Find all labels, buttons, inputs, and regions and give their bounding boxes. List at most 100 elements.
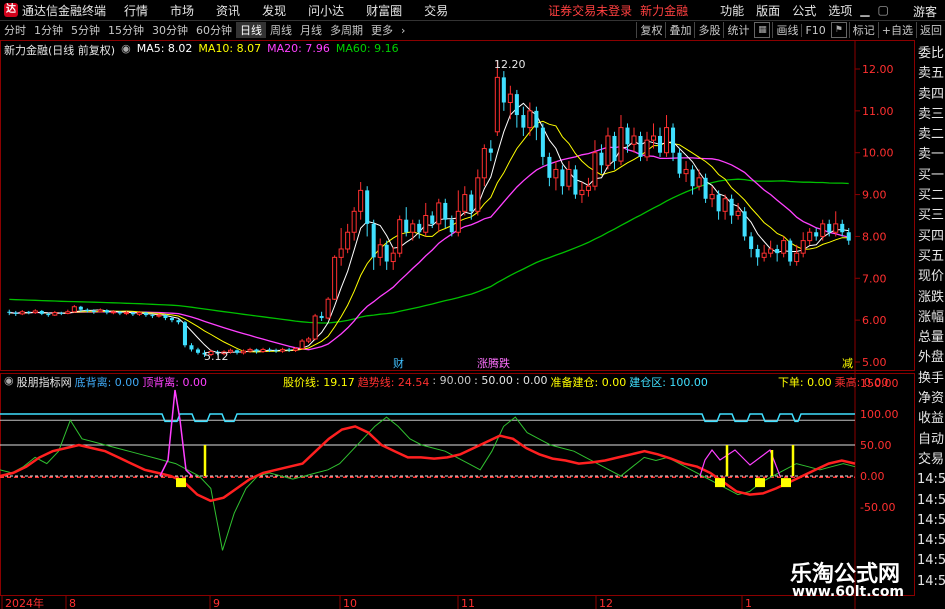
candle-body-up xyxy=(241,350,247,354)
candle-body-down xyxy=(267,349,272,351)
menu-item-news[interactable]: 资讯 xyxy=(216,2,240,19)
candle-body-down xyxy=(540,127,545,157)
side-item: 买三 xyxy=(917,208,944,224)
candle-body-up xyxy=(280,348,286,352)
chevron-right-icon[interactable]: › xyxy=(397,24,409,37)
period-15min[interactable]: 15分钟 xyxy=(104,22,148,38)
candle-body-up xyxy=(618,127,624,162)
ind-item-3: 趋势线: 24.54 xyxy=(357,376,430,389)
period-monthly[interactable]: 月线 xyxy=(296,22,326,38)
candle-body-down xyxy=(488,148,493,153)
side-item: 外盘 xyxy=(917,350,944,366)
side-item: 买二 xyxy=(917,188,944,204)
low-price-marker: 5.12 xyxy=(204,350,229,363)
candle-body-up xyxy=(761,252,767,258)
side-item: 卖一 xyxy=(917,147,944,163)
login-status[interactable]: 证券交易未登录 xyxy=(548,2,632,19)
candle-body-up xyxy=(631,135,637,145)
draw-line-button[interactable]: 画线 xyxy=(772,22,801,38)
period-30min[interactable]: 30分钟 xyxy=(148,22,192,38)
multi-stock-button[interactable]: 多股 xyxy=(694,22,723,38)
high-price-marker: 12.20 xyxy=(494,58,526,71)
ind-item-7: 准备建仓: 0.00 xyxy=(550,376,627,389)
minimize-icon[interactable]: ▁ xyxy=(860,3,869,17)
candle-body-down xyxy=(846,232,851,241)
menu-item-layout[interactable]: 版面 xyxy=(756,2,780,19)
maximize-icon[interactable]: ▢ xyxy=(877,3,888,17)
menu-item-formula[interactable]: 公式 xyxy=(792,2,816,19)
candle-body-down xyxy=(130,312,135,315)
date-tick-label: 9 xyxy=(213,597,220,609)
menu-item-trade[interactable]: 交易 xyxy=(424,2,448,19)
back-button[interactable]: 返回 xyxy=(916,22,945,38)
period-multi[interactable]: 多周期 xyxy=(326,22,367,38)
quote-side-panel: 委比 卖五 卖四 卖三 卖二 卖一 买一 买二 买三 买四 买五 现价 涨跌 涨… xyxy=(917,44,945,609)
side-item: 净资 xyxy=(917,391,944,407)
candle-body-up xyxy=(494,76,500,133)
add-watchlist-button[interactable]: +自选 xyxy=(877,22,916,38)
candle-body-up xyxy=(227,349,234,353)
candle-body-down xyxy=(371,223,376,258)
menu-item-quotes[interactable]: 行情 xyxy=(124,2,148,19)
candle-body-up xyxy=(553,168,559,179)
menu-item-ask[interactable]: 问小达 xyxy=(308,2,344,19)
price-tick-label: 7.00 xyxy=(862,272,887,285)
candle-body-down xyxy=(39,310,44,314)
candle-body-up xyxy=(820,223,826,237)
candle-body-down xyxy=(560,169,565,187)
candle-body-down xyxy=(163,315,168,319)
menu-item-market[interactable]: 市场 xyxy=(170,2,194,19)
side-item[interactable]: 委比 xyxy=(917,44,945,64)
menu-item-wealth[interactable]: 财富圈 xyxy=(366,2,402,19)
candle-body-down xyxy=(404,219,409,233)
menu-item-function[interactable]: 功能 xyxy=(720,2,744,19)
f10-button[interactable]: F10 xyxy=(801,23,828,37)
period-timeshare[interactable]: 分时 xyxy=(0,22,30,38)
period-5min[interactable]: 5分钟 xyxy=(67,22,104,38)
flag-icon[interactable]: ⚑ xyxy=(830,22,847,38)
ma20-value: MA20: 7.96 xyxy=(267,42,330,55)
candle-body-up xyxy=(722,198,728,212)
order-signal-square xyxy=(781,478,791,488)
overlay-button[interactable]: 叠加 xyxy=(665,22,694,38)
period-more[interactable]: 更多 xyxy=(367,22,397,38)
period-1min[interactable]: 1分钟 xyxy=(30,22,67,38)
candle-body-up xyxy=(644,139,650,158)
candle-body-up xyxy=(338,248,344,258)
candle-body-down xyxy=(91,310,96,312)
side-item: 买四 xyxy=(917,228,944,244)
candle-body-down xyxy=(117,311,122,314)
candle-body-down xyxy=(287,349,292,351)
kline-chart[interactable]: 12.00 11.00 10.00 9.00 8.00 7.00 6.00 5.00 1 50.0… xyxy=(0,40,915,609)
mark-button[interactable]: 标记 xyxy=(848,22,878,38)
price-tick-label: 6.00 xyxy=(862,314,887,327)
menu-item-options[interactable]: 选项 xyxy=(828,2,852,19)
side-item-auto[interactable]: 自动 xyxy=(917,430,945,450)
indicator-toggle-icon[interactable]: ◉ xyxy=(4,374,14,390)
period-daily[interactable]: 日线 xyxy=(236,22,266,38)
side-item-trade[interactable]: 交易 xyxy=(917,450,945,470)
period-weekly[interactable]: 周线 xyxy=(266,22,296,38)
side-item: 涨幅 xyxy=(917,309,944,325)
grid-icon[interactable]: ▦ xyxy=(754,22,771,38)
candle-body-up xyxy=(650,135,657,141)
guest-label[interactable]: 游客 xyxy=(913,3,937,20)
ind-item-1: 顶背离: 0.00 xyxy=(142,376,208,389)
candle-body-up xyxy=(709,194,715,200)
event-marker-jian: 减 xyxy=(842,357,853,370)
ind-item-9: 下单: 0.00 xyxy=(777,376,832,389)
candle-body-down xyxy=(788,240,793,262)
candle-body-down xyxy=(254,349,259,352)
period-60min[interactable]: 60分钟 xyxy=(192,22,236,38)
candle-body-up xyxy=(462,194,468,212)
menu-item-discover[interactable]: 发现 xyxy=(262,2,286,19)
indicator-tick-label: 0.00 xyxy=(860,470,885,483)
candle-body-up xyxy=(436,202,442,225)
ma-toggle-icon[interactable]: ◉ xyxy=(121,42,131,58)
adjust-button[interactable]: 复权 xyxy=(636,22,665,38)
candle-body-down xyxy=(143,312,148,316)
stats-button[interactable]: 统计 xyxy=(723,22,752,38)
candle-body-up xyxy=(52,312,58,316)
candle-body-down xyxy=(547,156,552,178)
candle-body-down xyxy=(189,345,194,350)
